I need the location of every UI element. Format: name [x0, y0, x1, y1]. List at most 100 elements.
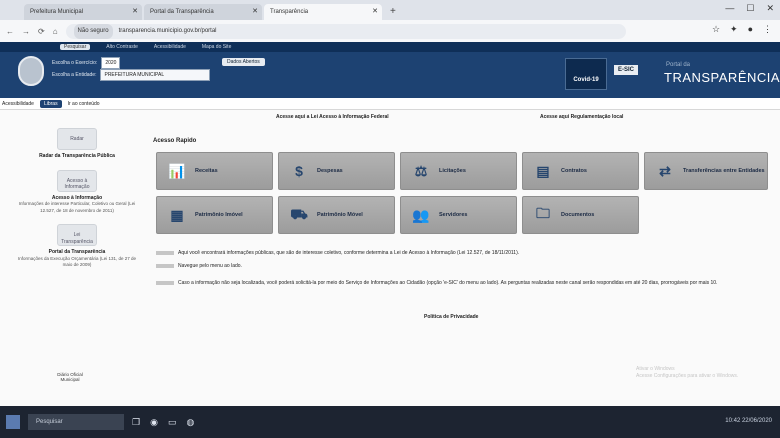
tile-label: Despesas	[317, 168, 343, 174]
tile-servidores[interactable]: 👥 Servidores	[400, 196, 517, 234]
main-content: Acesse aqui a Lei Acesso à Informação Fe…	[0, 110, 780, 407]
portal-page: Pesquisar Alto Contraste Acessibilidade …	[0, 42, 780, 407]
radar-logo-text: Radar	[70, 136, 84, 142]
maximize-icon[interactable]: ☐	[746, 3, 754, 14]
sidebar-transparency-law[interactable]: Lei Transparência Portal da Transparênci…	[14, 224, 140, 269]
chart-icon: 📊	[168, 162, 186, 179]
sidebar-title: Radar da Transparência Pública	[39, 153, 115, 159]
info-text: Navegue pelo menu ao lado.	[178, 263, 242, 269]
tile-documentos[interactable]: 🗀 Documentos	[522, 196, 639, 234]
esic-button[interactable]: E-SIC	[614, 65, 639, 75]
topbar-contrast[interactable]: Alto Contraste	[106, 44, 138, 50]
tile-contratos[interactable]: ▤ Contratos	[522, 152, 639, 190]
profile-icon[interactable]: ●	[748, 24, 753, 35]
screenshot-frame: Prefeitura Municipal ✕ Portal da Transpar…	[0, 0, 780, 438]
libras-button[interactable]: Libras	[39, 99, 62, 108]
star-icon[interactable]: ☆	[712, 24, 720, 35]
info-text: Caso a informação não seja localizada, v…	[178, 280, 718, 286]
sidebar-access-info[interactable]: Acesso à Informação Acesso à Informação …	[14, 169, 140, 215]
menu-icon[interactable]: ⋮	[763, 24, 772, 35]
tile-label: Contratos	[561, 168, 587, 174]
taskbar-search[interactable]: Pesquisar	[28, 414, 124, 430]
browser-tab[interactable]: Prefeitura Municipal ✕	[24, 4, 142, 20]
year-label: Escolha o Exercício:	[52, 60, 98, 66]
browser-tab-active[interactable]: Transparência ✕	[264, 4, 382, 20]
open-data-button[interactable]: Dados Abertos	[222, 58, 265, 66]
close-icon[interactable]: ✕	[252, 4, 258, 20]
info-logo-text: Acesso à Informação	[64, 177, 90, 191]
covid-button[interactable]: Covid-19	[565, 58, 607, 90]
watermark-line: Ativar o Windows	[636, 366, 675, 372]
topbar-search[interactable]: Pesquisar	[60, 44, 91, 50]
transfer-icon: ⇄	[659, 162, 671, 179]
info-logo: Acesso à Informação	[57, 169, 97, 192]
close-icon[interactable]: ✕	[372, 4, 378, 20]
tile-label: Receitas	[195, 168, 218, 174]
url-field[interactable]: Não seguro transparencia.municipio.gov.br…	[65, 23, 626, 39]
bullet-bar	[156, 263, 174, 268]
tile-label: Servidores	[439, 212, 468, 218]
tab-label: Portal da Transparência	[150, 9, 214, 15]
diario-oficial-link[interactable]: Diário Oficial Municipal	[50, 372, 90, 382]
regulation-link[interactable]: Acesse aqui Regulamentação local	[540, 114, 623, 120]
browser-tab[interactable]: Portal da Transparência ✕	[144, 4, 262, 20]
tile-label: Patrimônio Móvel	[317, 212, 363, 218]
tab-label: Prefeitura Municipal	[30, 9, 84, 15]
home-icon[interactable]: ⌂	[53, 27, 58, 36]
browser-toolbar-icons: ☆ ✦ ● ⋮	[712, 24, 772, 35]
browser-tabstrip: Prefeitura Municipal ✕ Portal da Transpar…	[0, 0, 780, 20]
minimize-icon[interactable]: —	[725, 3, 734, 14]
document-icon: ▤	[536, 162, 550, 179]
address-bar-row: ← → ⟳ ⌂ Não seguro transparencia.municipi…	[0, 20, 780, 42]
radar-logo: Radar	[57, 128, 97, 150]
covid-label: Covid-19	[573, 77, 599, 83]
tile-label: Licitações	[439, 168, 466, 174]
skip-to-content-link[interactable]: Ir ao conteúdo	[68, 101, 100, 107]
new-tab-icon[interactable]: +	[390, 4, 396, 20]
taskbar-clock: 10:42 22/06/2020	[725, 418, 772, 424]
gavel-icon: ⚖	[414, 162, 428, 179]
quick-access-title: Acesso Rapido	[153, 138, 197, 144]
banner-filters: Escolha o Exercício: 2020 Escolha a Entid…	[52, 57, 211, 81]
taskbar-search-label: Pesquisar	[36, 419, 63, 425]
topbar-sitemap[interactable]: Mapa do Site	[202, 44, 231, 50]
entity-label: Escolha a Entidade:	[52, 72, 97, 78]
close-icon[interactable]: ✕	[132, 4, 138, 20]
lai-link[interactable]: Acesse aqui a Lei Acesso à Informação Fe…	[276, 114, 389, 120]
portal-label: Portal da	[666, 62, 691, 68]
tile-receitas[interactable]: 📊 Receitas	[156, 152, 273, 190]
forward-icon[interactable]: →	[22, 27, 30, 36]
reload-icon[interactable]: ⟳	[38, 27, 45, 36]
windows-start-icon[interactable]	[6, 415, 20, 429]
tile-patrimonio-imovel[interactable]: ▦ Patrimônio Imóvel	[156, 196, 273, 234]
extensions-icon[interactable]: ✦	[730, 24, 738, 35]
info-line-1: Aqui você encontrará informações pública…	[156, 250, 756, 257]
folder-icon: 🗀	[536, 205, 550, 221]
watermark-line: Acesse Configurações para ativar o Windo…	[636, 373, 739, 379]
taskbar-apps: ❐ ◉ ▭ ◍	[132, 417, 194, 428]
truck-icon: ⛟	[290, 205, 308, 222]
tile-despesas[interactable]: $ Despesas	[278, 152, 395, 190]
money-bag-icon: $	[295, 163, 303, 179]
chrome-icon[interactable]: ◍	[186, 417, 194, 428]
close-window-icon[interactable]: ✕	[766, 3, 774, 14]
security-badge[interactable]: Não seguro	[73, 23, 113, 39]
tile-patrimonio-movel[interactable]: ⛟ Patrimônio Móvel	[278, 196, 395, 234]
task-view-icon[interactable]: ❐	[132, 417, 140, 428]
back-icon[interactable]: ←	[6, 27, 14, 36]
sidebar-radar[interactable]: Radar Radar da Transparência Pública	[14, 128, 140, 160]
info-line-3: Caso a informação não seja localizada, v…	[156, 280, 756, 287]
law-logo: Lei Transparência	[57, 224, 97, 246]
tile-transferencias[interactable]: ⇄ Transferências entre Entidades	[644, 152, 768, 190]
topbar-accessibility[interactable]: Acessibilidade	[154, 44, 186, 50]
tile-label: Transferências entre Entidades	[683, 168, 765, 174]
file-explorer-icon[interactable]: ▭	[168, 417, 177, 428]
edge-icon[interactable]: ◉	[150, 417, 158, 428]
site-banner: Escolha o Exercício: 2020 Escolha a Entid…	[0, 52, 780, 98]
tile-licitacoes[interactable]: ⚖ Licitações	[400, 152, 517, 190]
url-text: transparencia.municipio.gov.br/portal	[118, 27, 217, 34]
year-select[interactable]: 2020	[101, 57, 121, 69]
entity-select[interactable]: PREFEITURA MUNICIPAL	[100, 69, 211, 81]
tile-label: Documentos	[561, 212, 595, 218]
privacy-policy-link[interactable]: Política de Privacidade	[424, 314, 478, 320]
